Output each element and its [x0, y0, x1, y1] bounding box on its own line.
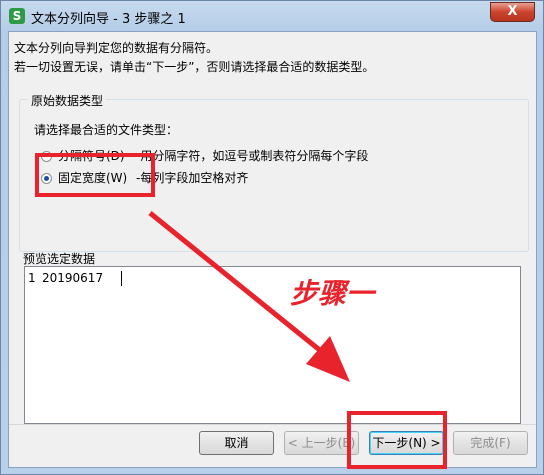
text-cursor [121, 271, 122, 286]
window-title: 文本分列向导 - 3 步骤之 1 [31, 12, 186, 27]
dialog-body: 文本分列向导判定您的数据有分隔符。 若一切设置无误，请单击“下一步”，否则请选择… [8, 31, 537, 468]
annotation-text: 步骤一 [290, 277, 375, 310]
file-type-prompt: 请选择最合适的文件类型： [34, 123, 179, 137]
intro-line-2: 若一切设置无误，请单击“下一步”，否则请选择最合适的数据类型。 [14, 60, 375, 74]
preview-label: 预览选定数据 [23, 252, 96, 266]
dialog-window: S 文本分列向导 - 3 步骤之 1 X 文本分列向导判定您的数据有分隔符。 若… [0, 0, 544, 475]
preview-row-value: 20190617 [42, 271, 104, 285]
annotation-box-fixed-width [35, 153, 155, 197]
title-bar[interactable]: S 文本分列向导 - 3 步骤之 1 X [1, 1, 543, 31]
close-button[interactable]: X [490, 2, 535, 22]
group-title: 原始数据类型 [28, 92, 107, 109]
intro-line-1: 文本分列向导判定您的数据有分隔符。 [14, 41, 219, 55]
app-icon: S [9, 8, 25, 24]
cancel-button[interactable]: 取消 [199, 431, 274, 455]
preview-box[interactable]: 1 20190617 [24, 266, 521, 424]
watermark-logo [428, 424, 538, 469]
preview-row-number: 1 [28, 271, 36, 285]
radio-delimited-desc: -用分隔字符，如逗号或制表符分隔每个字段 [136, 149, 369, 163]
